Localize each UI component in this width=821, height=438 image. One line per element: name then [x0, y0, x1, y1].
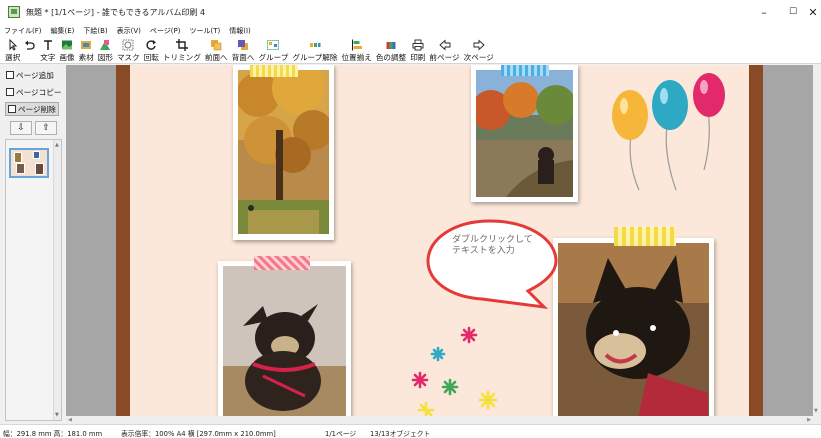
rotate-icon: [146, 40, 157, 50]
page-thumbnail[interactable]: [9, 148, 49, 178]
color-adjust-button[interactable]: 色の調整: [374, 37, 408, 64]
align-icon: [351, 39, 362, 51]
status-zoom: 表示倍率：100% A4 横 [297.0mm x 210.0mm]: [121, 430, 276, 438]
bubble-text[interactable]: ダブルクリックして テキストを入力: [452, 235, 562, 257]
shape-icon: [100, 40, 111, 50]
photo-autumn-tree[interactable]: [233, 65, 334, 240]
menu-page[interactable]: ページ(P): [150, 26, 181, 36]
tape-yellow-right: [614, 227, 676, 246]
close-button[interactable]: ✕: [805, 0, 821, 24]
menu-background[interactable]: 下絵(B): [83, 26, 107, 36]
next-page-button[interactable]: 次ページ: [462, 37, 496, 64]
rotate-tool-button[interactable]: 回転: [142, 37, 161, 64]
status-page: 1/1ページ: [325, 430, 357, 438]
bring-front-button[interactable]: 前面へ: [203, 37, 230, 64]
menu-bar: ファイル(F) 編集(E) 下絵(B) 表示(V) ページ(P) ツール(T) …: [0, 24, 821, 37]
photo-dog-park[interactable]: [471, 65, 578, 202]
sparkles-sticker[interactable]: [406, 320, 511, 416]
color-adjust-icon: [386, 42, 396, 49]
select-tool-button[interactable]: 選択: [3, 37, 22, 64]
move-page-down-button[interactable]: ⇩: [10, 121, 32, 135]
app-icon: [8, 6, 20, 18]
undo-icon: [25, 40, 35, 50]
text-icon: [43, 40, 52, 50]
page-edge-right: [749, 65, 763, 416]
app-window: 無題 * [1/1ページ] - 誰でもできるアルバム印刷 4 – ☐ ✕ ファイ…: [0, 0, 821, 438]
menu-tools[interactable]: ツール(T): [189, 26, 220, 36]
balloons-sticker[interactable]: [604, 70, 734, 200]
menu-edit[interactable]: 編集(E): [51, 26, 75, 36]
prev-page-icon: [438, 39, 450, 51]
photo-puppy-floor[interactable]: [218, 261, 351, 416]
group-button[interactable]: グループ: [256, 37, 290, 64]
title-bar: 無題 * [1/1ページ] - 誰でもできるアルバム印刷 4 – ☐ ✕: [0, 0, 821, 24]
page-thumbnail-list[interactable]: ▲ ▼: [5, 139, 62, 421]
status-bar: 幅：291.8 mm 高：181.0 mm 表示倍率：100% A4 横 [29…: [0, 424, 821, 438]
vertical-scrollbar[interactable]: ▼: [813, 65, 821, 416]
undo-button[interactable]: [22, 37, 38, 64]
page-panel: ページ追加 ページコピー ページ削除 ⇩ ⇧ ▲ ▼: [0, 65, 65, 421]
mask-icon: [122, 39, 134, 51]
minimize-button[interactable]: –: [749, 0, 779, 24]
next-page-icon: [473, 39, 485, 51]
bring-front-icon: [211, 40, 222, 51]
menu-file[interactable]: ファイル(F): [4, 26, 42, 36]
delete-page-button[interactable]: ページ削除: [5, 102, 59, 116]
menu-info[interactable]: 情報(I): [229, 26, 251, 36]
cursor-icon: [9, 39, 17, 51]
text-tool-button[interactable]: 文字: [38, 37, 57, 64]
ungroup-icon: [309, 43, 321, 47]
copy-page-button[interactable]: ページコピー: [6, 85, 61, 99]
thumbnail-scrollbar[interactable]: ▲ ▼: [53, 140, 61, 420]
trim-icon: [175, 39, 188, 51]
tape-blue-top-right: [501, 65, 549, 76]
align-button[interactable]: 位置揃え: [339, 37, 373, 64]
photo-dog-closeup[interactable]: [553, 238, 714, 416]
group-icon: [267, 40, 280, 50]
menu-view[interactable]: 表示(V): [117, 26, 141, 36]
send-back-button[interactable]: 背面へ: [230, 37, 257, 64]
copy-page-icon: [6, 88, 14, 96]
move-page-up-button[interactable]: ⇧: [35, 121, 57, 135]
page-edge-left: [116, 65, 130, 416]
horizontal-scrollbar[interactable]: ◀ ▶: [66, 416, 821, 424]
material-tool-button[interactable]: 素材: [77, 37, 96, 64]
window-title: 無題 * [1/1ページ] - 誰でもできるアルバム印刷 4: [26, 7, 206, 17]
delete-page-icon: [8, 105, 16, 113]
status-objects: 13/13オブジェクト: [370, 430, 431, 438]
add-page-button[interactable]: ページ追加: [6, 68, 54, 82]
maximize-button[interactable]: ☐: [778, 0, 808, 24]
speech-bubble[interactable]: [424, 215, 569, 315]
add-page-icon: [6, 71, 14, 79]
toolbar: 選択 文字 画像 素材 図形 マスク 回転 トリミング 前面へ 背面へ グループ…: [0, 37, 821, 64]
shape-tool-button[interactable]: 図形: [96, 37, 115, 64]
status-size: 幅：291.8 mm 高：181.0 mm: [3, 430, 103, 438]
send-back-icon: [238, 40, 249, 50]
material-icon: [81, 41, 92, 49]
print-icon: [412, 39, 424, 51]
mask-tool-button[interactable]: マスク: [115, 37, 142, 64]
tape-yellow-top-left: [250, 65, 298, 77]
canvas-workspace[interactable]: ダブルクリックして テキストを入力: [66, 65, 813, 416]
trim-tool-button[interactable]: トリミング: [161, 37, 203, 64]
prev-page-button[interactable]: 前ページ: [427, 37, 461, 64]
ungroup-button[interactable]: グループ解除: [290, 37, 339, 64]
image-icon: [61, 40, 72, 50]
image-tool-button[interactable]: 画像: [57, 37, 76, 64]
tape-pink: [254, 256, 310, 270]
print-button[interactable]: 印刷: [408, 37, 427, 64]
